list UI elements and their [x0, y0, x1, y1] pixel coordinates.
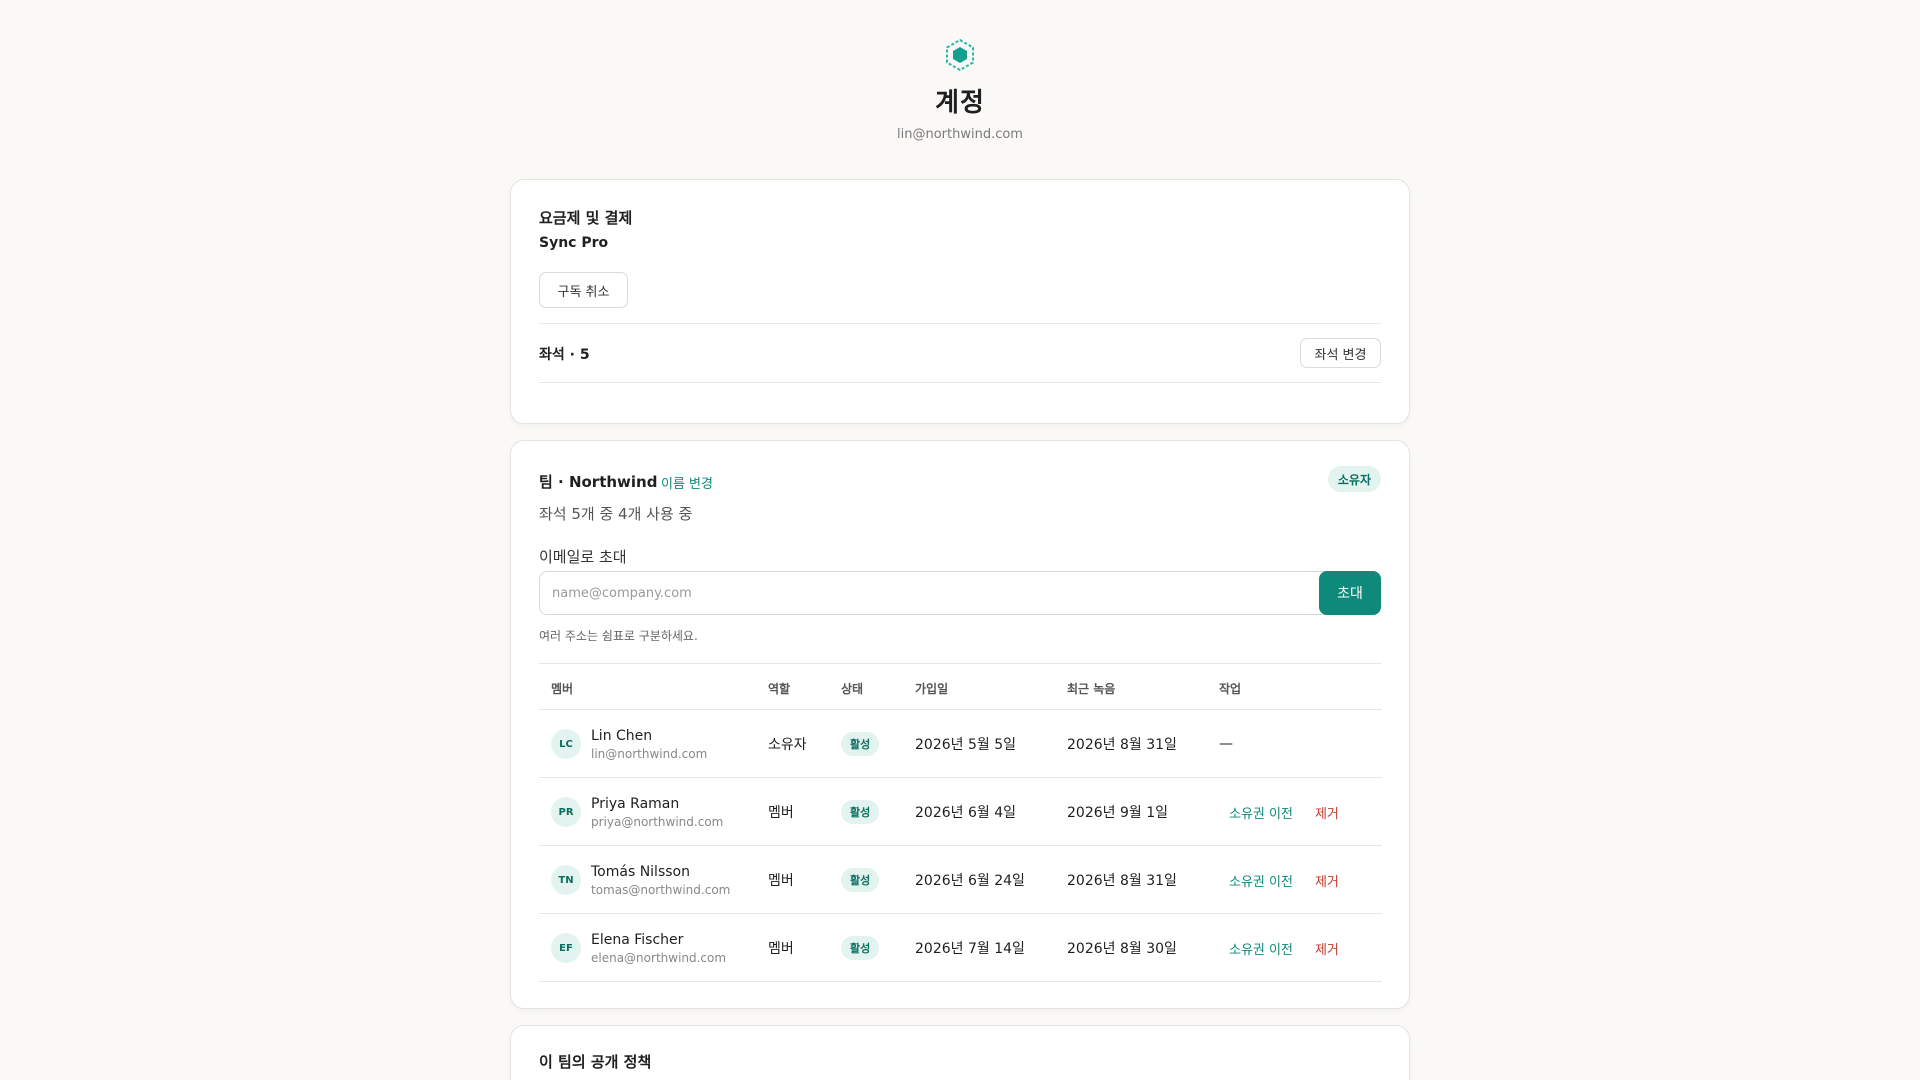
role-cell: 멤버: [768, 941, 794, 957]
plan-name: Sync Pro: [539, 235, 609, 251]
table-header: 멤버 역할 상태 가입일 최근 녹음 작업: [539, 663, 1382, 710]
divider: [539, 382, 1381, 383]
transfer-ownership-link[interactable]: 소유권 이전: [1229, 871, 1293, 890]
seats-label: 좌석 · 5: [539, 347, 590, 363]
last-recording-cell: 2026년 8월 31일: [1067, 873, 1177, 889]
role-badge: 소유자: [1327, 466, 1381, 492]
table-row: PR Priya Raman priya@northwind.com 멤버 활성…: [539, 778, 1382, 846]
page-title: 계정: [935, 88, 985, 118]
status-cell: 활성: [841, 914, 880, 982]
role-cell: 멤버: [768, 805, 794, 821]
member-cell: EF Elena Fischer elena@northwind.com: [551, 914, 726, 982]
member-email: lin@northwind.com: [591, 746, 708, 761]
member-cell: TN Tomás Nilsson tomas@northwind.com: [551, 846, 730, 914]
billing-card: 요금제 및 결제 Sync Pro 구독 취소 좌석 · 5 좌석 변경: [510, 179, 1410, 424]
avatar: PR: [551, 797, 581, 827]
avatar: TN: [551, 865, 581, 895]
cancel-subscription-button[interactable]: 구독 취소: [539, 272, 628, 308]
rename-team-link[interactable]: 이름 변경: [661, 473, 713, 492]
joined-cell: 2026년 6월 4일: [915, 805, 1016, 821]
member-email: elena@northwind.com: [591, 950, 727, 965]
hexagon-logo-icon: [946, 38, 974, 72]
avatar: EF: [551, 933, 581, 963]
table-row: LC Lin Chen lin@northwind.com 소유자 활성 202…: [539, 710, 1382, 778]
divider: [539, 323, 1381, 324]
column-header-actions: 작업: [1219, 682, 1242, 696]
invite-email-input[interactable]: [539, 571, 1339, 615]
table-row: EF Elena Fischer elena@northwind.com 멤버 …: [539, 914, 1382, 982]
member-cell: LC Lin Chen lin@northwind.com: [551, 710, 707, 778]
status-cell: 활성: [841, 710, 880, 778]
transfer-ownership-link[interactable]: 소유권 이전: [1229, 939, 1293, 958]
page-header: 계정 lin@northwind.com: [0, 38, 1920, 142]
last-recording-cell: 2026년 8월 31일: [1067, 737, 1177, 753]
status-badge: 활성: [841, 936, 880, 960]
no-action: —: [1219, 736, 1233, 752]
column-header-member: 멤버: [551, 682, 574, 696]
joined-cell: 2026년 7월 14일: [915, 941, 1025, 957]
transfer-ownership-link[interactable]: 소유권 이전: [1229, 803, 1293, 822]
actions-cell: 소유권 이전 제거: [1229, 914, 1339, 982]
member-email: tomas@northwind.com: [591, 882, 731, 897]
last-recording-cell: 2026년 9월 1일: [1067, 805, 1168, 821]
column-header-status: 상태: [841, 682, 864, 696]
policy-card: 이 팀의 공개 정책: [510, 1025, 1410, 1080]
team-card: 팀 · Northwind 이름 변경 소유자 좌석 5개 중 4개 사용 중 …: [510, 440, 1410, 1009]
status-badge: 활성: [841, 868, 880, 892]
joined-cell: 2026년 5월 5일: [915, 737, 1016, 753]
seat-usage: 좌석 5개 중 4개 사용 중: [539, 505, 693, 523]
policy-title: 이 팀의 공개 정책: [539, 1053, 652, 1071]
column-header-last-recording: 최근 녹음: [1067, 682, 1116, 696]
remove-member-link[interactable]: 제거: [1315, 939, 1339, 958]
member-name: Priya Raman: [591, 795, 680, 812]
avatar: LC: [551, 729, 581, 759]
status-badge: 활성: [841, 732, 880, 756]
table-row: TN Tomás Nilsson tomas@northwind.com 멤버 …: [539, 846, 1382, 914]
joined-cell: 2026년 6월 24일: [915, 873, 1025, 889]
status-cell: 활성: [841, 778, 880, 846]
invite-hint: 여러 주소는 쉼표로 구분하세요.: [539, 629, 698, 643]
account-email: lin@northwind.com: [897, 127, 1023, 142]
member-name: Tomás Nilsson: [591, 863, 690, 880]
actions-cell: 소유권 이전 제거: [1229, 778, 1339, 846]
remove-member-link[interactable]: 제거: [1315, 871, 1339, 890]
billing-title: 요금제 및 결제: [539, 209, 633, 227]
status-cell: 활성: [841, 846, 880, 914]
column-header-role: 역할: [768, 682, 791, 696]
invite-label: 이메일로 초대: [539, 548, 627, 566]
actions-cell: 소유권 이전 제거: [1229, 846, 1339, 914]
member-email: priya@northwind.com: [591, 814, 724, 829]
member-name: Lin Chen: [591, 727, 653, 744]
status-badge: 활성: [841, 800, 880, 824]
role-cell: 소유자: [768, 737, 807, 753]
role-cell: 멤버: [768, 873, 794, 889]
team-title: 팀 · Northwind: [539, 473, 658, 491]
change-seats-button[interactable]: 좌석 변경: [1300, 338, 1381, 368]
members-table: 멤버 역할 상태 가입일 최근 녹음 작업 LC Lin Chen lin@no…: [539, 663, 1382, 982]
last-recording-cell: 2026년 8월 30일: [1067, 941, 1177, 957]
member-cell: PR Priya Raman priya@northwind.com: [551, 778, 723, 846]
invite-button[interactable]: 초대: [1319, 571, 1381, 615]
column-header-joined: 가입일: [915, 682, 949, 696]
remove-member-link[interactable]: 제거: [1315, 803, 1339, 822]
member-name: Elena Fischer: [591, 931, 684, 948]
account-page: 계정 lin@northwind.com 요금제 및 결제 Sync Pro 구…: [0, 0, 1920, 1080]
